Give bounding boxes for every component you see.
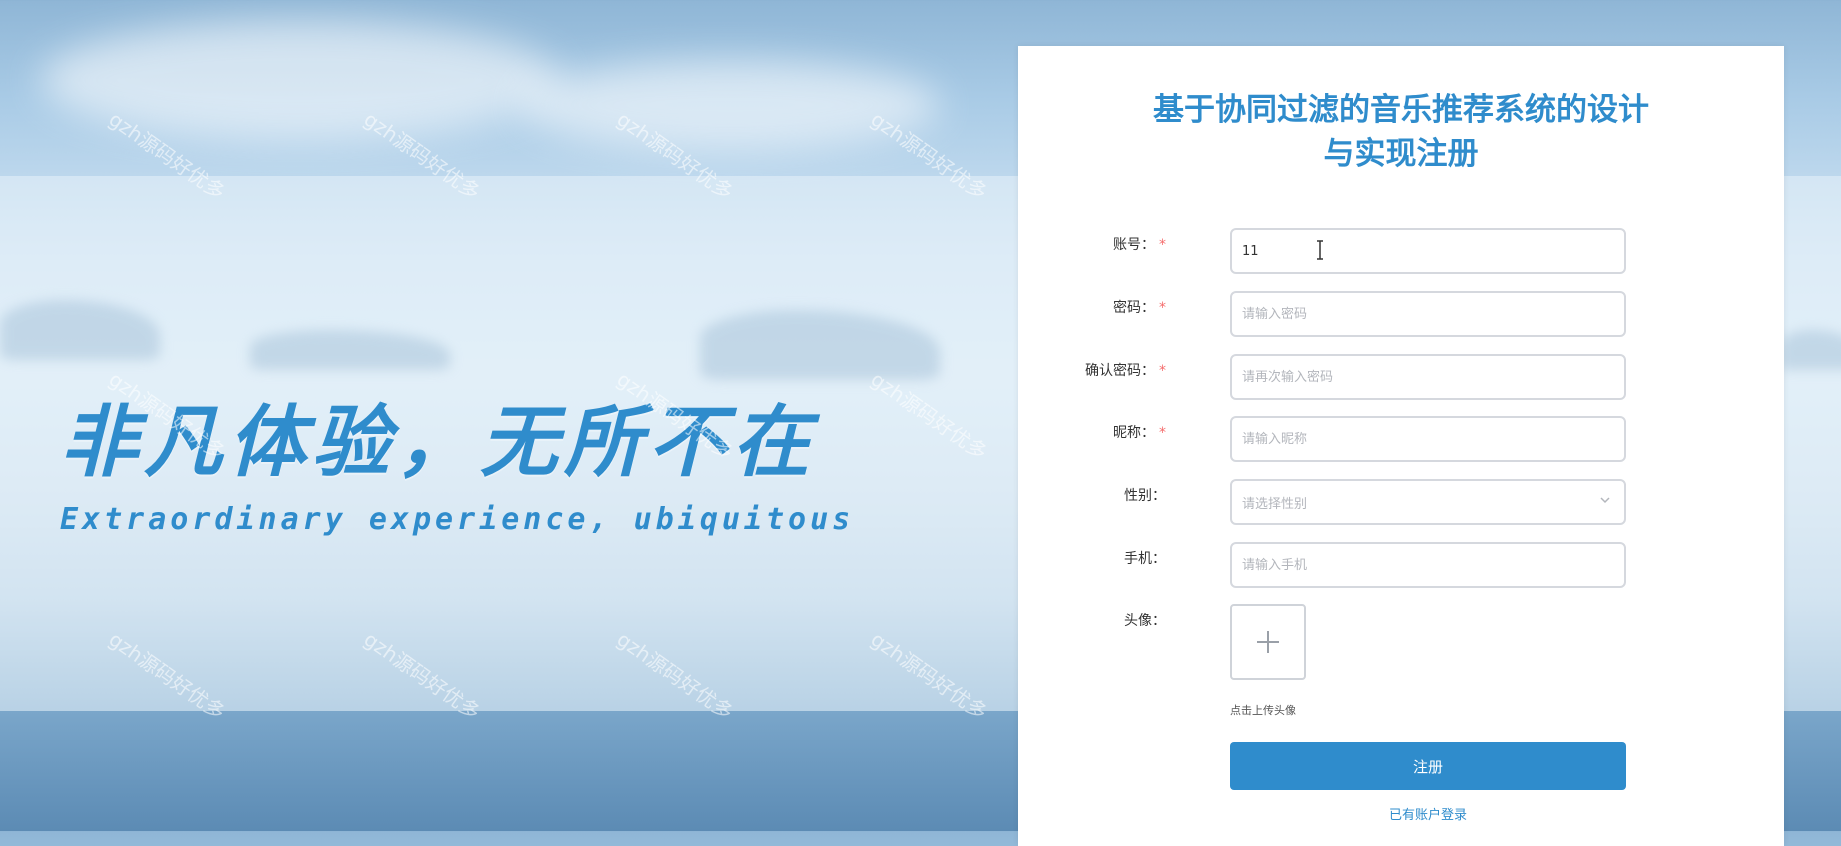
required-mark: * (1159, 300, 1166, 316)
avatar-upload[interactable] (1230, 604, 1306, 680)
phone-label: 手机： (1124, 548, 1166, 568)
gender-select-placeholder: 请选择性别 (1230, 479, 1626, 525)
nickname-label: 昵称： * (1113, 422, 1166, 442)
page-title: 基于协同过滤的音乐推荐系统的设计 与实现注册 (1018, 88, 1784, 176)
nickname-input[interactable] (1230, 416, 1626, 462)
password-row: 密码： * (1018, 291, 1784, 341)
account-label: 账号： * (1113, 234, 1166, 254)
required-mark: * (1159, 363, 1166, 379)
login-link[interactable]: 已有账户登录 (1230, 804, 1626, 823)
password-label-text: 密码： (1113, 300, 1155, 316)
phone-row: 手机： (1018, 542, 1784, 592)
nickname-label-text: 昵称： (1113, 425, 1155, 441)
text-cursor-icon (1317, 240, 1323, 260)
background-iceberg (1780, 330, 1841, 370)
background-cloud (40, 20, 560, 140)
account-row: 账号： * (1018, 228, 1784, 278)
confirm-password-label-text: 确认密码： (1085, 363, 1155, 379)
account-label-text: 账号： (1113, 237, 1155, 253)
slogan-english: Extraordinary experience, ubiquitous (60, 502, 855, 537)
avatar-label-text: 头像： (1124, 613, 1166, 629)
gender-label-text: 性别： (1124, 488, 1166, 504)
gender-row: 性别： 请选择性别 (1018, 479, 1784, 529)
confirm-password-input[interactable] (1230, 354, 1626, 400)
register-card: 基于协同过滤的音乐推荐系统的设计 与实现注册 账号：* 密码：* 确认密码：* … (1018, 46, 1784, 846)
gender-select[interactable]: 请选择性别 (1230, 479, 1626, 525)
confirm-password-row: 确认密码： * (1018, 354, 1784, 404)
title-line-2: 与实现注册 (1323, 136, 1479, 172)
avatar-row: 头像： 点击上传头像 (1018, 604, 1784, 734)
gender-label: 性别： (1124, 485, 1166, 505)
avatar-label: 头像： (1124, 610, 1166, 630)
plus-icon (1257, 631, 1279, 653)
required-mark: * (1159, 237, 1166, 253)
required-mark: * (1159, 425, 1166, 441)
register-button[interactable]: 注册 (1230, 742, 1626, 790)
avatar-upload-hint: 点击上传头像 (1230, 704, 1296, 717)
account-input[interactable] (1230, 228, 1626, 274)
password-input[interactable] (1230, 291, 1626, 337)
password-label: 密码： * (1113, 297, 1166, 317)
background-cloud (520, 60, 940, 150)
chevron-down-icon (1600, 497, 1610, 504)
confirm-password-label: 确认密码： * (1085, 360, 1166, 380)
title-line-1: 基于协同过滤的音乐推荐系统的设计 (1153, 92, 1649, 128)
slogan-chinese: 非凡体验，无所不在 (60, 398, 817, 488)
nickname-row: 昵称： * (1018, 416, 1784, 466)
phone-label-text: 手机： (1124, 551, 1166, 567)
phone-input[interactable] (1230, 542, 1626, 588)
submit-row: 注册 (1018, 742, 1784, 792)
hero-slogan: 非凡体验，无所不在 Extraordinary experience, ubiq… (60, 380, 854, 537)
